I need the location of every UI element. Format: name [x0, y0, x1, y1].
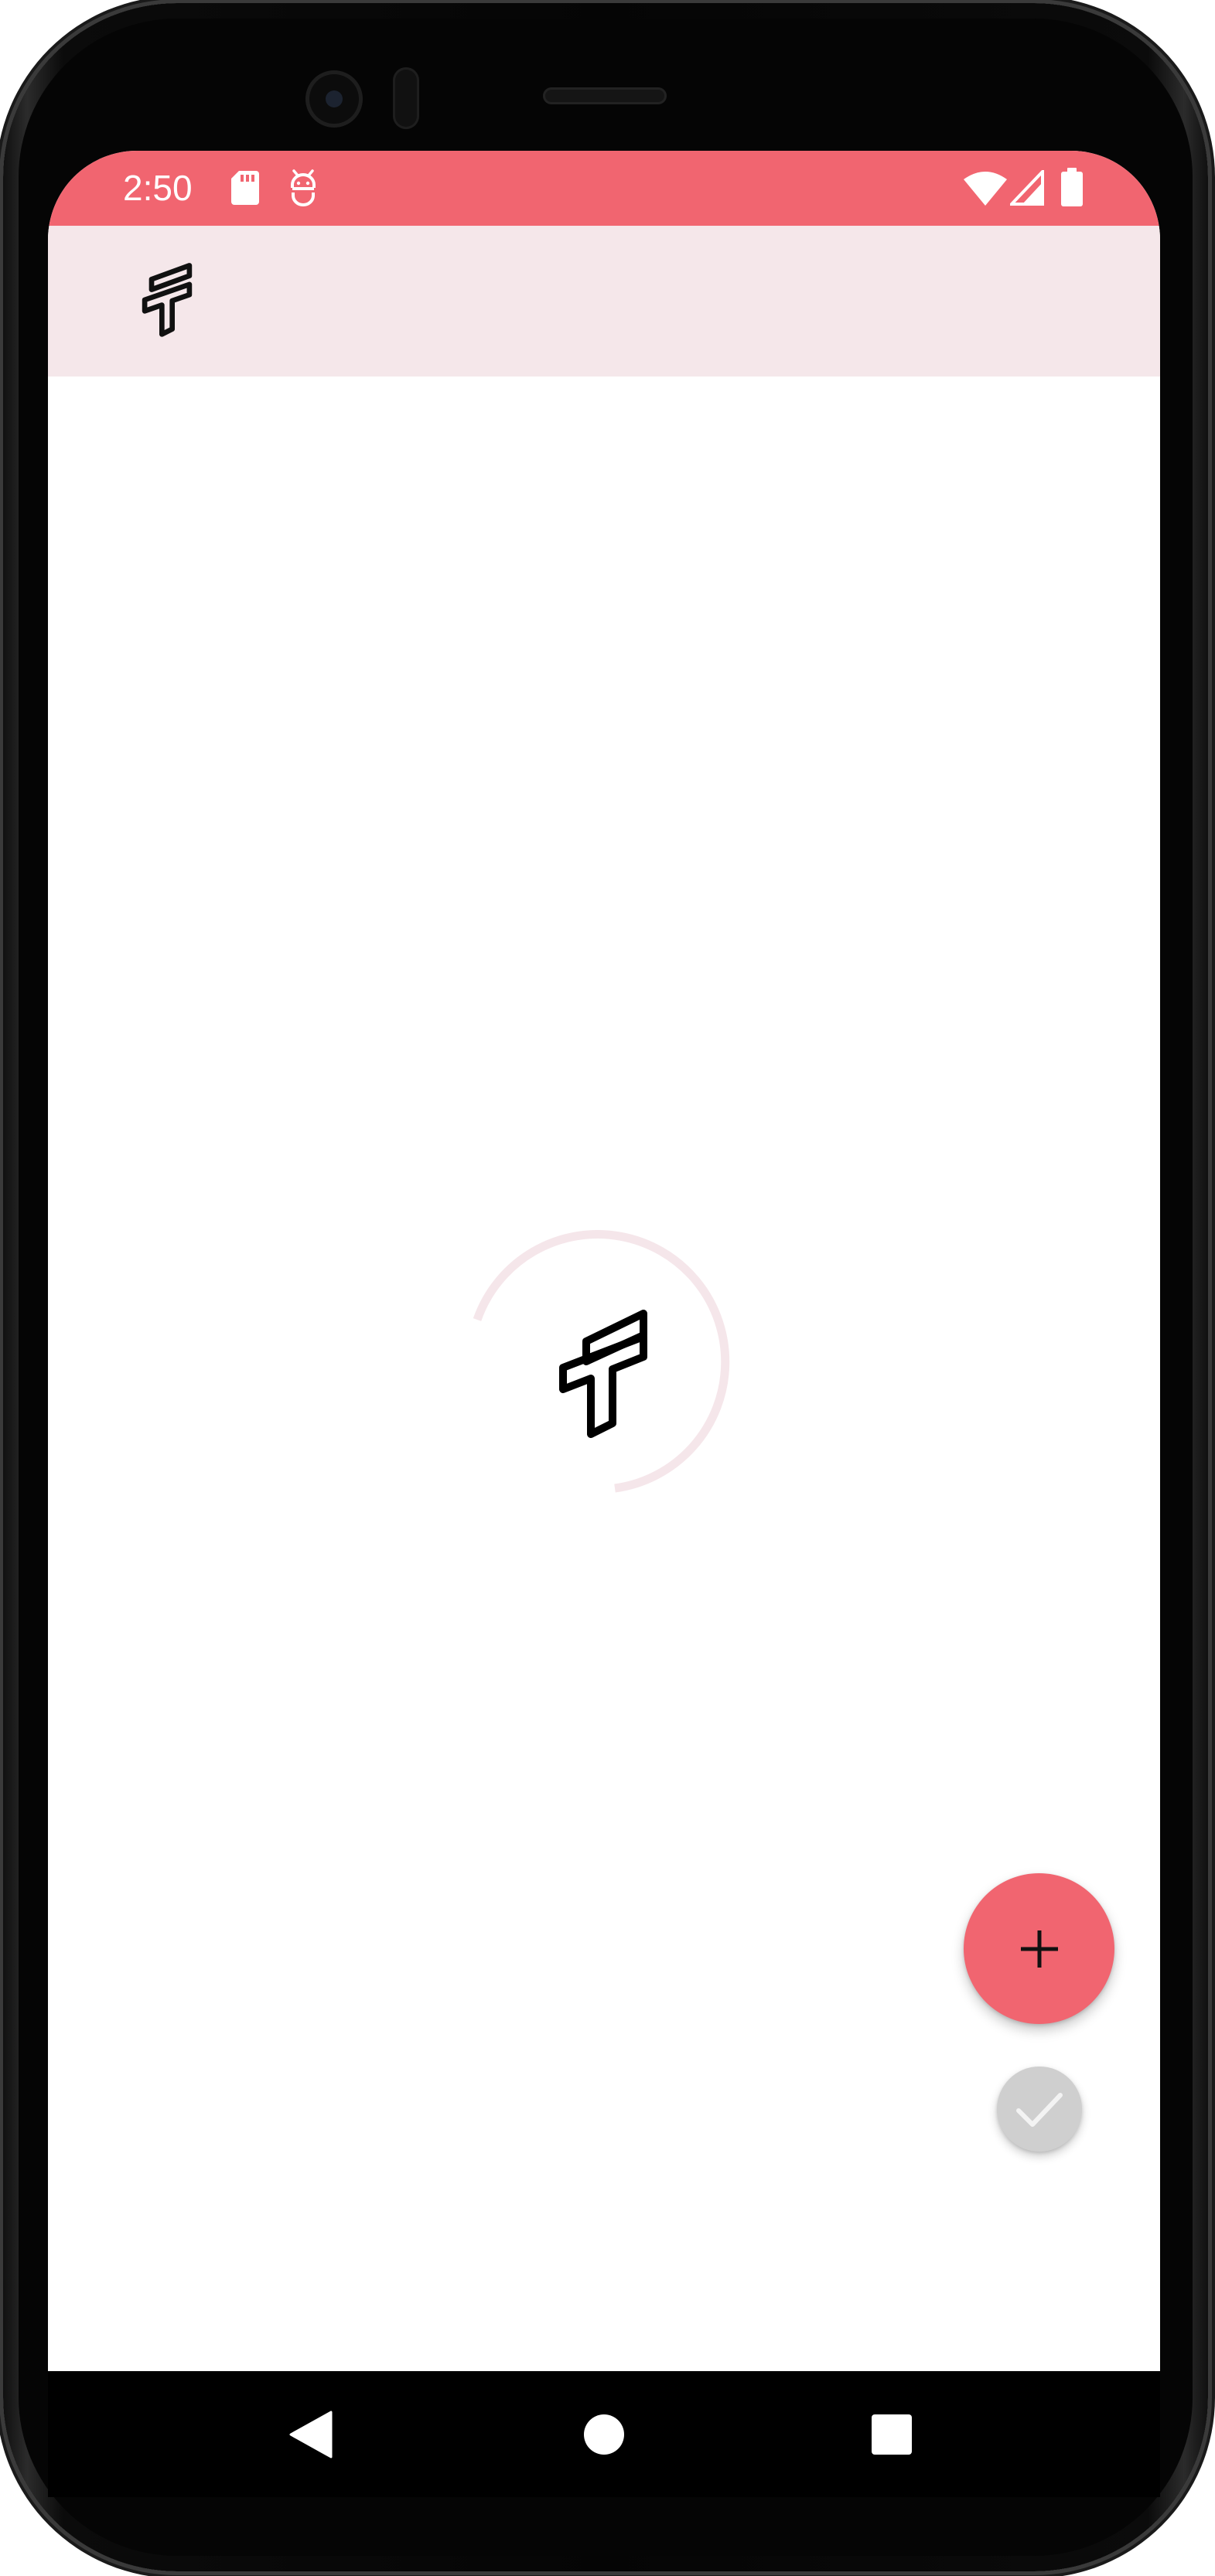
- android-debug-icon: [291, 169, 316, 206]
- page: 2:50: [0, 0, 1215, 2576]
- proximity-sensor: [393, 67, 419, 129]
- check-icon: [1016, 2093, 1063, 2127]
- battery-icon: [1061, 168, 1083, 206]
- app-logo-icon: [142, 263, 193, 337]
- cellular-signal-icon: [1010, 170, 1044, 206]
- screen: 2:50: [48, 151, 1160, 2497]
- main-content: [48, 377, 1160, 2371]
- done-fab-button[interactable]: [997, 2067, 1082, 2152]
- nav-back-button[interactable]: [249, 2371, 373, 2497]
- back-icon: [289, 2411, 333, 2458]
- navigation-bar: [48, 2371, 1160, 2497]
- app-logo-icon: [559, 1310, 647, 1438]
- status-bar: 2:50: [48, 151, 1160, 226]
- plus-icon: [1020, 1930, 1058, 1968]
- nav-home-button[interactable]: [542, 2371, 666, 2497]
- recents-icon: [872, 2414, 912, 2455]
- wifi-icon: [964, 172, 1007, 206]
- status-time: 2:50: [123, 168, 193, 208]
- front-camera: [305, 70, 363, 128]
- sd-card-icon: [231, 171, 259, 205]
- earpiece-speaker: [543, 87, 667, 104]
- add-fab-button[interactable]: [964, 1873, 1114, 2024]
- nav-recents-button[interactable]: [830, 2371, 954, 2497]
- app-bar: [48, 226, 1160, 377]
- home-icon: [584, 2414, 624, 2455]
